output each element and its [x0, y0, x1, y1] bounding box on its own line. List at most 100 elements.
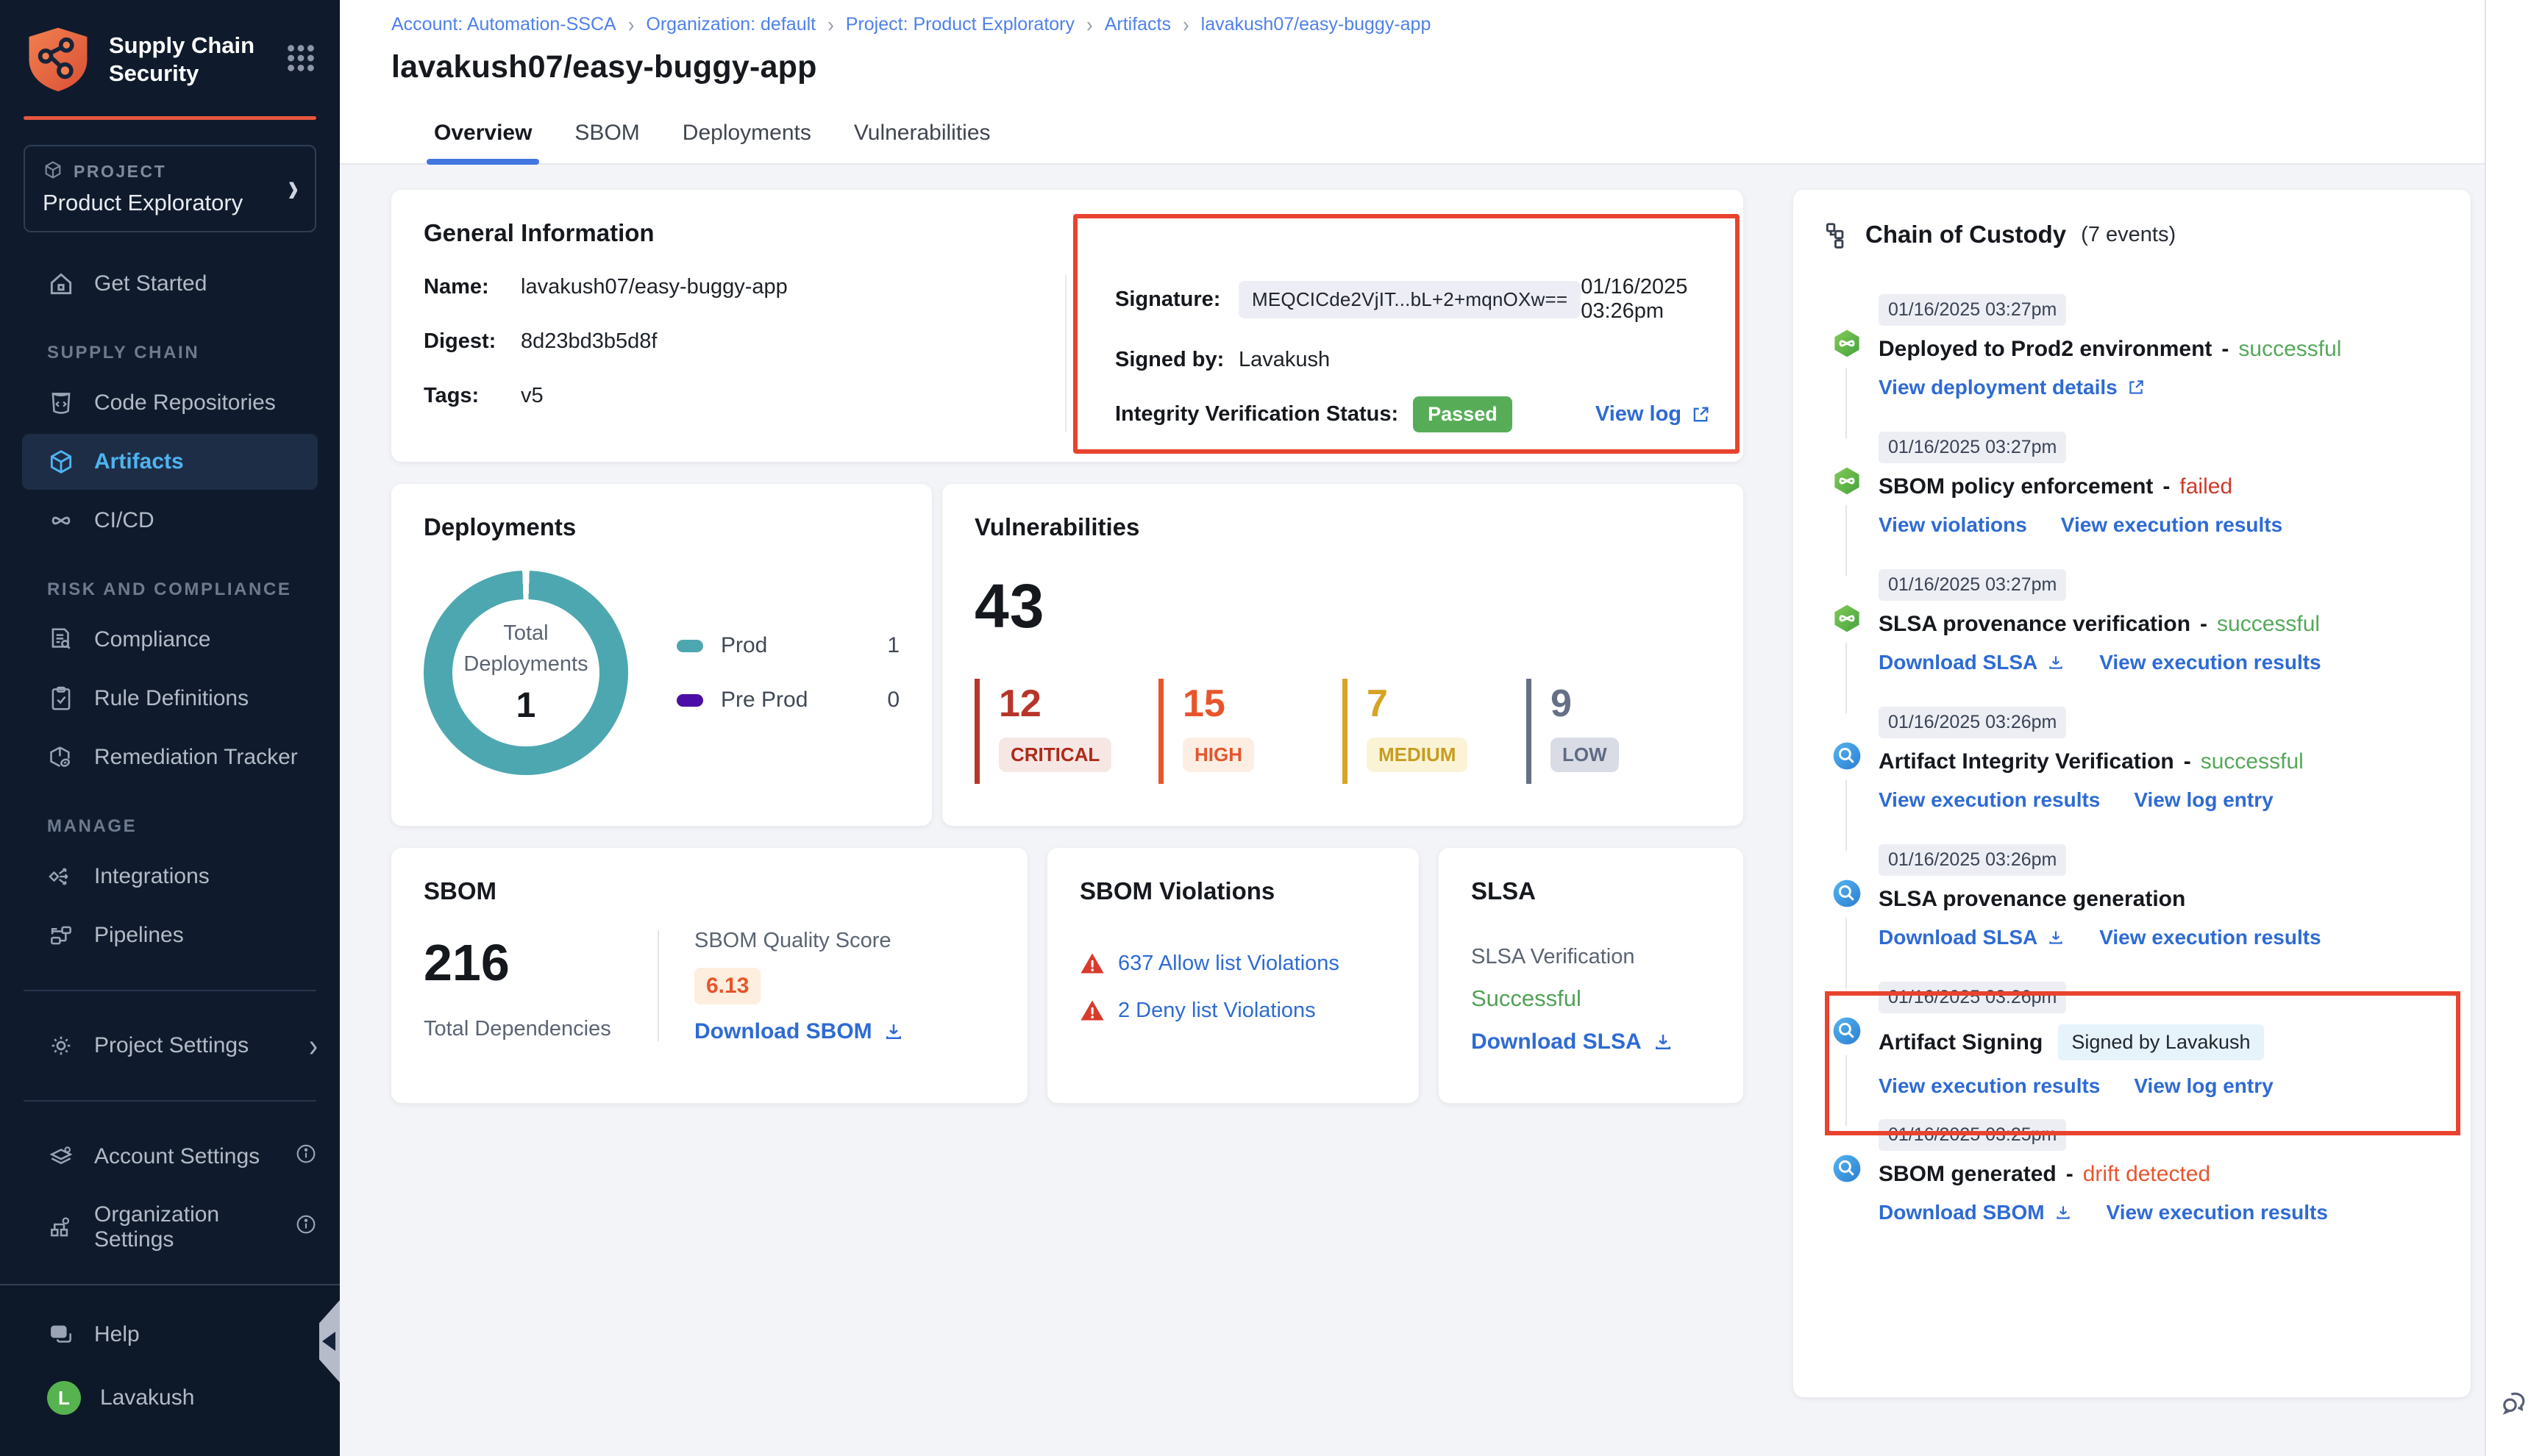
breadcrumb-account[interactable]: Account: Automation-SSCA — [391, 14, 616, 35]
sidebar-footer: ? Help L Lavakush — [0, 1284, 340, 1456]
view-execution-results-link[interactable]: View execution results — [2061, 513, 2282, 537]
breadcrumb-project[interactable]: Project: Product Exploratory — [846, 14, 1075, 35]
clipboard-check-icon — [47, 685, 75, 713]
tab-overview[interactable]: Overview — [434, 103, 532, 163]
view-execution-results-link[interactable]: View execution results — [2099, 926, 2321, 949]
project-selector[interactable]: PROJECT Product Exploratory › — [24, 145, 316, 232]
breadcrumb-artifacts[interactable]: Artifacts — [1105, 14, 1171, 35]
view-log-link[interactable]: View log — [1595, 402, 1711, 427]
chain-of-custody-title: Chain of Custody — [1865, 221, 2066, 249]
sidebar-item-compliance[interactable]: Compliance — [0, 610, 340, 669]
warning-triangle-icon — [1080, 998, 1105, 1023]
event-title: SLSA provenance generation — [1879, 887, 2185, 912]
sidebar-item-cicd[interactable]: CI/CD — [0, 491, 340, 550]
chevron-right-icon: › — [288, 167, 299, 209]
signed-by-chip: Signed by Lavakush — [2058, 1024, 2263, 1060]
download-icon — [2046, 653, 2065, 672]
user-avatar: L — [47, 1381, 81, 1415]
view-execution-results-link[interactable]: View execution results — [2099, 651, 2321, 674]
sidebar-item-code-repositories[interactable]: Code Repositories — [0, 374, 340, 432]
view-execution-results-link[interactable]: View execution results — [2107, 1201, 2328, 1224]
breadcrumb-organization[interactable]: Organization: default — [646, 14, 816, 35]
download-icon — [883, 1021, 905, 1043]
scan-event-icon — [1831, 741, 1862, 771]
download-slsa-link[interactable]: Download SLSA — [1879, 651, 2065, 674]
sidebar-section-manage: MANAGE — [0, 787, 340, 847]
scan-event-icon — [1831, 1016, 1862, 1046]
download-slsa-link[interactable]: Download SLSA — [1879, 926, 2065, 949]
prod-swatch — [677, 640, 703, 652]
severity-breakdown: 12 CRITICAL 15 HIGH 7 MEDIUM 9 — [975, 679, 1711, 784]
tab-sbom[interactable]: SBOM — [574, 103, 639, 163]
download-icon — [2046, 928, 2065, 947]
view-deployment-details-link[interactable]: View deployment details — [1879, 376, 2146, 399]
sbom-total-label: Total Dependencies — [424, 1017, 658, 1041]
prod-count: 1 — [887, 633, 900, 658]
event-status: drift detected — [2083, 1162, 2210, 1187]
artifacts-cube-icon — [47, 448, 75, 476]
name-row: Name: lavakush07/easy-buggy-app — [424, 275, 1065, 299]
download-sbom-link[interactable]: Download SBOM — [1879, 1201, 2073, 1224]
sidebar-item-account-settings[interactable]: Account Settings — [0, 1127, 340, 1187]
severity-low: 9 LOW — [1526, 679, 1710, 784]
event-title: SBOM generated — [1879, 1162, 2057, 1187]
sidebar-item-remediation-tracker[interactable]: Remediation Tracker — [0, 728, 340, 787]
sidebar-item-pipelines[interactable]: Pipelines — [0, 906, 340, 965]
slsa-card: SLSA SLSA Verification Successful Downlo… — [1439, 848, 1743, 1103]
page-title: lavakush07/easy-buggy-app — [391, 49, 2455, 85]
general-information-card: General Information Name: lavakush07/eas… — [391, 190, 1743, 462]
legend-item-preprod: Pre Prod 0 — [677, 688, 900, 713]
download-sbom-link[interactable]: Download SBOM — [694, 1019, 905, 1044]
custody-event-sbom-generated: 01/16/2025 03:25pm SBOM generated - drif… — [1818, 1119, 2471, 1257]
brand-accent-rule — [24, 116, 316, 120]
sidebar-item-artifacts[interactable]: Artifacts — [22, 434, 318, 490]
total-deployments-value: 1 — [516, 685, 536, 726]
sidebar-divider — [24, 990, 316, 991]
layers-gear-icon — [47, 1143, 75, 1171]
view-log-entry-link[interactable]: View log entry — [2134, 1074, 2273, 1098]
event-status: successful — [2201, 749, 2304, 774]
view-violations-link[interactable]: View violations — [1879, 513, 2027, 537]
custody-event-slsa-generation: 01/16/2025 03:26pm SLSA provenance gener… — [1818, 844, 2471, 982]
sidebar-item-user[interactable]: L Lavakush — [0, 1365, 340, 1431]
tab-bar: Overview SBOM Deployments Vulnerabilitie… — [340, 103, 2485, 165]
legend-item-prod: Prod 1 — [677, 633, 900, 658]
allow-list-violations-link[interactable]: 637 Allow list Violations — [1080, 951, 1386, 976]
event-status: successful — [2238, 337, 2341, 362]
chain-of-custody-icon — [1823, 221, 1851, 249]
tab-deployments[interactable]: Deployments — [683, 103, 811, 163]
app-header: Supply ChainSecurity — [0, 0, 340, 115]
sidebar: Supply ChainSecurity PROJECT Product Exp… — [0, 0, 340, 1456]
view-execution-results-link[interactable]: View execution results — [1879, 788, 2100, 812]
deployments-donut-chart: Total Deployments 1 — [424, 571, 628, 775]
view-execution-results-link[interactable]: View execution results — [1879, 1074, 2100, 1098]
deny-list-violations-link[interactable]: 2 Deny list Violations — [1080, 998, 1386, 1023]
tags-row: Tags: v5 — [424, 384, 1065, 408]
page-header: Account: Automation-SSCA › Organization:… — [340, 0, 2485, 103]
tab-vulnerabilities[interactable]: Vulnerabilities — [854, 103, 991, 163]
sidebar-item-project-settings[interactable]: Project Settings › — [0, 1016, 340, 1075]
sidebar-item-get-started[interactable]: Get Started — [0, 254, 340, 313]
timeline-connector — [1845, 505, 1847, 576]
medium-badge: MEDIUM — [1367, 738, 1467, 772]
sidebar-nav: Get Started SUPPLY CHAIN Code Repositori… — [0, 254, 340, 1268]
signed-by-value: Lavakush — [1239, 348, 1330, 372]
signature-date: 01/16/2025 03:26pm — [1581, 275, 1711, 324]
download-slsa-link[interactable]: Download SLSA — [1471, 1029, 1711, 1054]
code-repository-icon — [47, 389, 75, 417]
pipeline-event-icon — [1831, 465, 1862, 496]
view-log-entry-link[interactable]: View log entry — [2134, 788, 2273, 812]
sidebar-item-rule-definitions[interactable]: Rule Definitions — [0, 669, 340, 728]
breadcrumb-current[interactable]: lavakush07/easy-buggy-app — [1201, 14, 1431, 35]
event-timestamp: 01/16/2025 03:26pm — [1879, 982, 2066, 1013]
sidebar-item-help[interactable]: ? Help — [0, 1305, 340, 1365]
chat-bubbles-icon[interactable] — [2498, 1388, 2530, 1424]
app-grid-icon[interactable] — [284, 41, 318, 79]
event-timestamp: 01/16/2025 03:27pm — [1879, 432, 2066, 463]
sidebar-item-organization-settings[interactable]: Organization Settings — [0, 1187, 340, 1268]
sidebar-item-integrations[interactable]: Integrations — [0, 847, 340, 906]
event-timestamp: 01/16/2025 03:25pm — [1879, 1119, 2066, 1151]
info-icon — [294, 1142, 318, 1171]
timeline-connector — [1845, 918, 1847, 988]
signature-value-chip[interactable]: MEQCICde2VjIT...bL+2+mqnOXw== — [1239, 281, 1581, 318]
